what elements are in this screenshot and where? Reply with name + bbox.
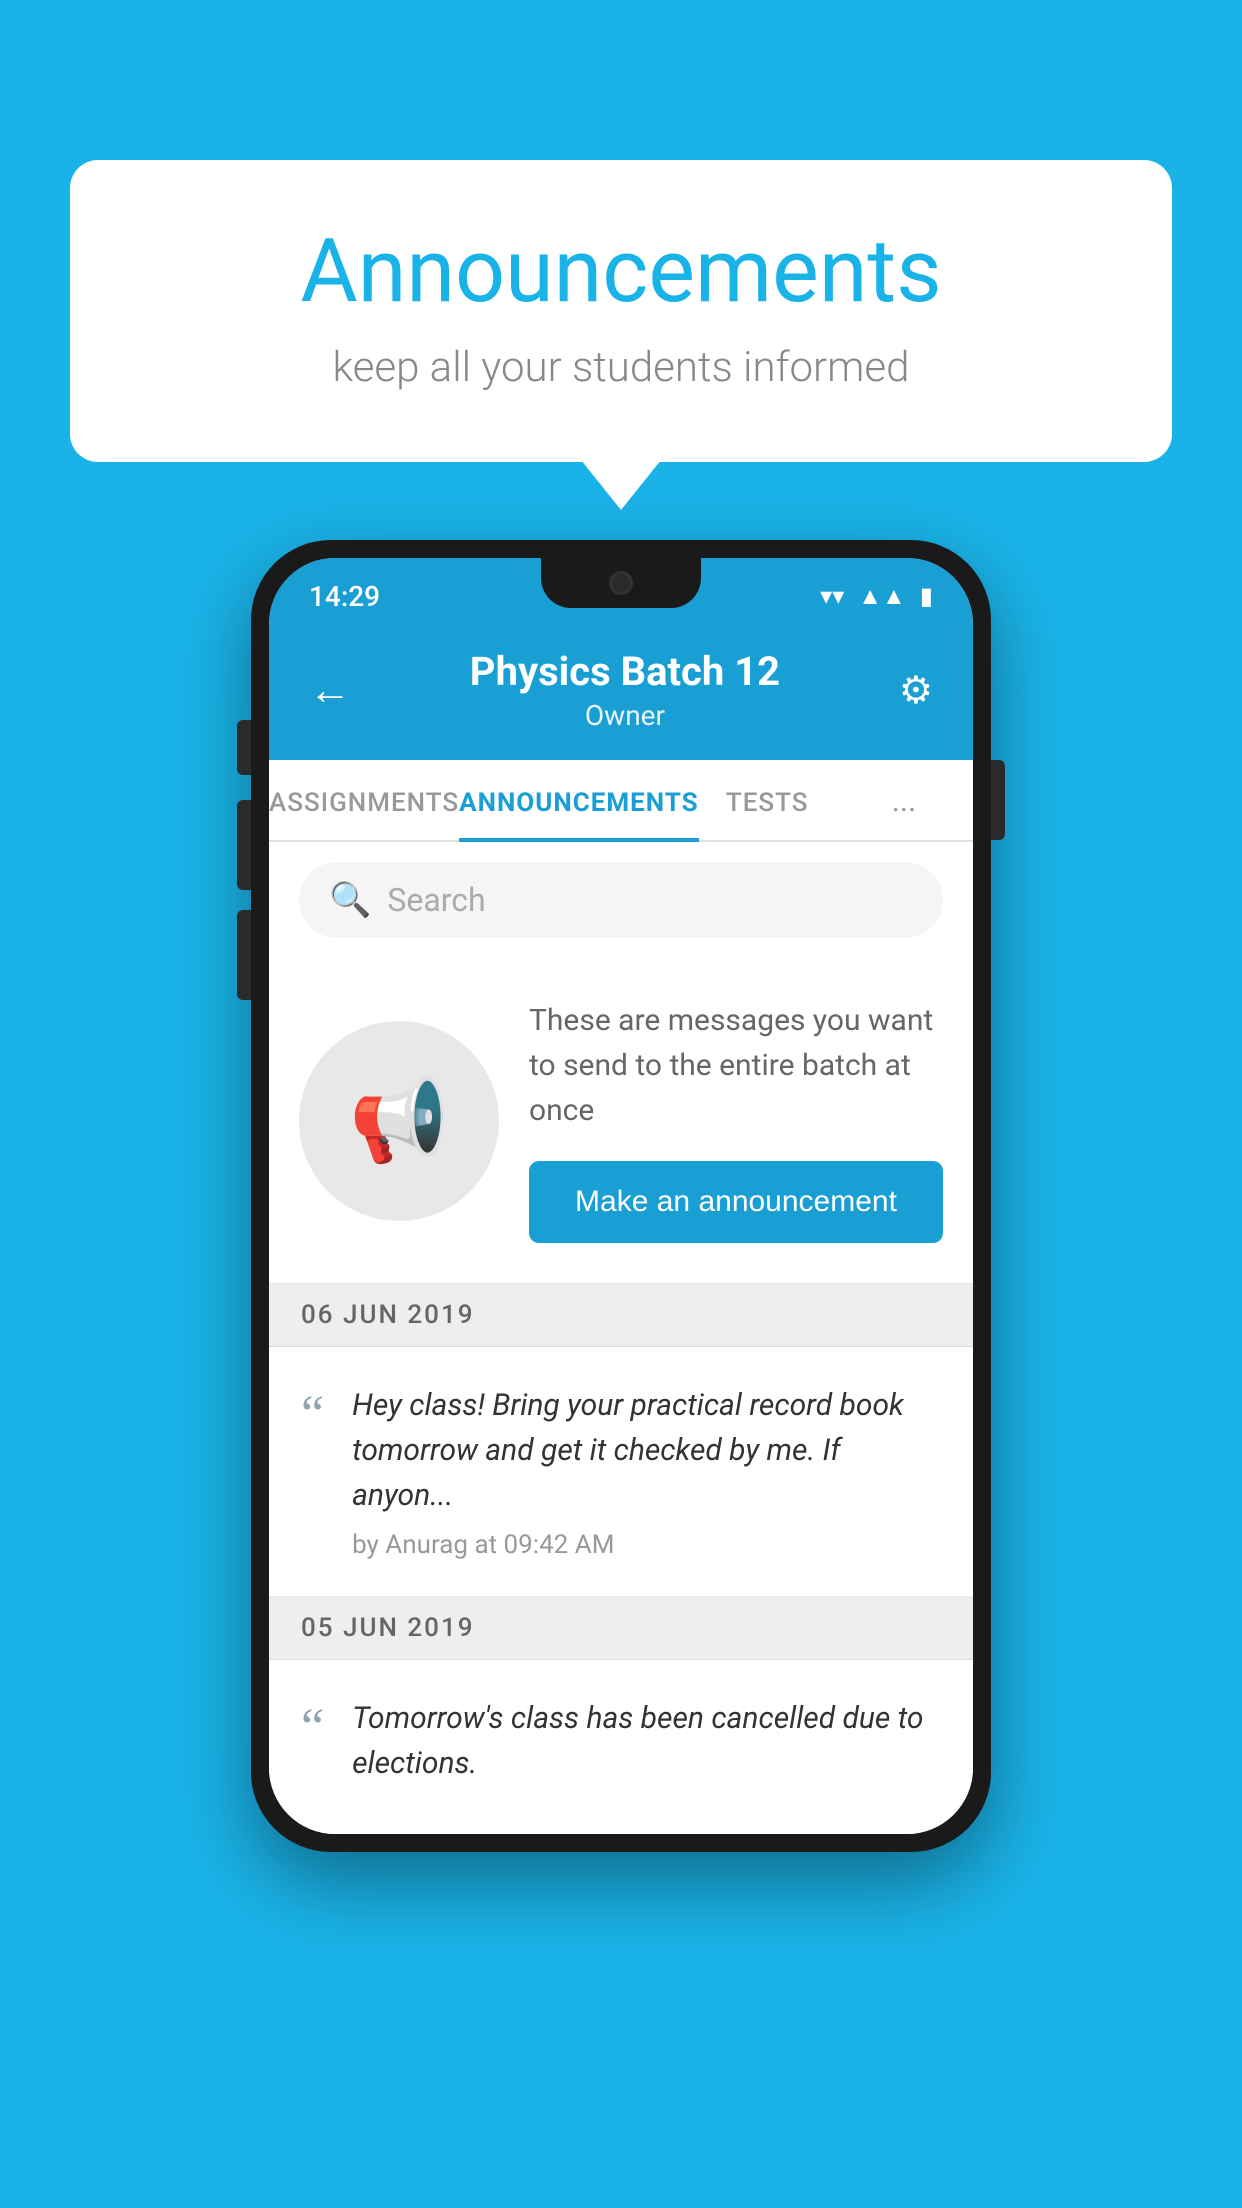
speech-bubble-section: Announcements keep all your students inf… [70,160,1172,462]
announcement-text-1: Hey class! Bring your practical record b… [352,1383,941,1560]
announcement-message-1: Hey class! Bring your practical record b… [352,1383,941,1518]
mute-button [237,720,251,775]
date-separator-1: 06 JUN 2019 [269,1284,973,1347]
bubble-subtitle: keep all your students informed [150,343,1092,392]
date-separator-2: 05 JUN 2019 [269,1597,973,1660]
announcement-item-2: “ Tomorrow's class has been cancelled du… [269,1660,973,1834]
header-subtitle: Owner [470,699,780,732]
make-announcement-button[interactable]: Make an announcement [529,1161,943,1243]
status-time: 14:29 [309,580,380,613]
volume-down-button [237,910,251,1000]
tab-announcements[interactable]: ANNOUNCEMENTS [459,760,698,840]
tab-tests[interactable]: TESTS [699,760,836,840]
phone-screen: 14:29 ▾▾ ▲▲ ▮ ← Physics Batch 12 Owner ⚙… [269,558,973,1834]
phone-device: 14:29 ▾▾ ▲▲ ▮ ← Physics Batch 12 Owner ⚙… [251,540,991,1852]
speech-bubble-card: Announcements keep all your students inf… [70,160,1172,462]
volume-up-button [237,800,251,890]
search-icon: 🔍 [329,880,371,920]
bubble-title: Announcements [150,220,1092,323]
battery-icon: ▮ [920,582,933,610]
gear-icon[interactable]: ⚙ [899,668,933,713]
phone-shell: 14:29 ▾▾ ▲▲ ▮ ← Physics Batch 12 Owner ⚙… [251,540,991,1852]
tabs-bar: ASSIGNMENTS ANNOUNCEMENTS TESTS ... [269,760,973,842]
announcement-text-2: Tomorrow's class has been cancelled due … [352,1696,941,1798]
announcement-message-2: Tomorrow's class has been cancelled due … [352,1696,941,1786]
announcement-intro: 📢 These are messages you want to send to… [269,958,973,1284]
camera [609,571,633,595]
tab-assignments[interactable]: ASSIGNMENTS [269,760,459,840]
power-button [991,760,1005,840]
megaphone-icon: 📢 [349,1074,449,1168]
quote-icon-2: “ [301,1702,324,1754]
header-title: Physics Batch 12 [470,648,780,695]
header-center: Physics Batch 12 Owner [470,648,780,732]
wifi-icon: ▾▾ [820,582,844,610]
announcement-meta-1: by Anurag at 09:42 AM [352,1530,941,1560]
announcement-intro-content: These are messages you want to send to t… [529,998,943,1243]
announcement-description: These are messages you want to send to t… [529,998,943,1133]
announcement-item-1: “ Hey class! Bring your practical record… [269,1347,973,1597]
search-container: 🔍 Search [269,842,973,958]
tab-more[interactable]: ... [836,760,973,840]
search-placeholder: Search [387,881,485,919]
quote-icon-1: “ [301,1389,324,1441]
status-icons: ▾▾ ▲▲ ▮ [820,582,933,611]
app-header: ← Physics Batch 12 Owner ⚙ [269,624,973,760]
phone-notch [541,558,701,608]
search-bar[interactable]: 🔍 Search [299,862,943,938]
megaphone-circle: 📢 [299,1021,499,1221]
back-button[interactable]: ← [309,666,351,715]
signal-icon: ▲▲ [858,582,906,611]
